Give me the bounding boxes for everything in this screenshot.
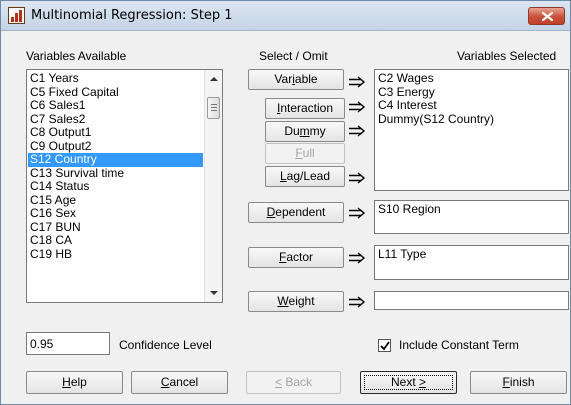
- list-item[interactable]: C18 CA: [28, 233, 203, 248]
- title-bar[interactable]: Multinomial Regression: Step 1: [1, 1, 570, 31]
- chevron-up-icon: [210, 77, 218, 81]
- chevron-down-icon: [210, 291, 218, 295]
- confidence-level-input[interactable]: [26, 332, 110, 355]
- list-item[interactable]: C17 BUN: [28, 220, 203, 235]
- close-button[interactable]: [528, 7, 565, 25]
- list-item[interactable]: C9 Output2: [28, 139, 203, 154]
- factor-field[interactable]: L11 Type: [374, 245, 569, 280]
- checkmark-icon: [380, 341, 390, 351]
- variable-button[interactable]: Variable: [248, 69, 344, 90]
- dependent-value: S10 Region: [378, 202, 441, 216]
- list-item[interactable]: C15 Age: [28, 193, 203, 208]
- window-title: Multinomial Regression: Step 1: [31, 8, 233, 23]
- select-omit-label: Select / Omit: [259, 49, 328, 63]
- variables-selected-label: Variables Selected: [457, 49, 557, 63]
- factor-value: L11 Type: [378, 247, 427, 261]
- list-item[interactable]: C16 Sex: [28, 206, 203, 221]
- list-item[interactable]: C6 Sales1: [28, 98, 203, 113]
- list-item[interactable]: C13 Survival time: [28, 166, 203, 181]
- dependent-field[interactable]: S10 Region: [374, 200, 569, 234]
- confidence-level-label: Confidence Level: [119, 338, 212, 352]
- variables-available-label: Variables Available: [26, 49, 127, 63]
- list-item[interactable]: S12 Country: [28, 152, 203, 167]
- right-arrow-icon: [349, 172, 366, 184]
- full-button[interactable]: Full: [265, 143, 345, 164]
- scroll-thumb[interactable]: [207, 97, 220, 119]
- selected-variable-item[interactable]: C2 Wages: [378, 71, 565, 86]
- list-item[interactable]: C19 HB: [28, 247, 203, 262]
- dummy-button[interactable]: Dummy: [265, 121, 345, 142]
- selected-variable-item[interactable]: Dummy(S12 Country): [378, 112, 565, 127]
- interaction-button[interactable]: Interaction: [265, 98, 345, 119]
- include-constant-label: Include Constant Term: [399, 338, 519, 352]
- list-scrollbar[interactable]: [204, 70, 222, 302]
- dialog-window: Multinomial Regression: Step 1 Variables…: [0, 0, 571, 405]
- selected-variable-item[interactable]: C4 Interest: [378, 98, 565, 113]
- weight-value: [378, 294, 565, 308]
- next-button[interactable]: Next >: [360, 371, 457, 394]
- right-arrow-icon: [349, 101, 366, 113]
- right-arrow-icon: [349, 207, 366, 219]
- factor-button[interactable]: Factor: [248, 247, 344, 268]
- right-arrow-icon: [349, 252, 366, 264]
- help-button[interactable]: Help: [26, 371, 123, 394]
- dependent-button[interactable]: Dependent: [248, 202, 344, 223]
- variables-available-list[interactable]: C1 Years C5 Fixed Capital C6 Sales1 C7 Sale…: [26, 69, 223, 303]
- list-item[interactable]: C14 Status: [28, 179, 203, 194]
- list-item[interactable]: C8 Output1: [28, 125, 203, 140]
- scroll-down-arrow[interactable]: [205, 284, 222, 302]
- scroll-up-arrow[interactable]: [205, 70, 222, 88]
- include-constant-checkbox[interactable]: [378, 339, 391, 352]
- weight-button[interactable]: Weight: [248, 291, 344, 312]
- variables-selected-list[interactable]: C2 Wages C3 Energy C4 Interest Dummy(S12 Co…: [374, 69, 569, 191]
- finish-button[interactable]: Finish: [470, 371, 567, 394]
- right-arrow-icon: [349, 125, 366, 137]
- list-item[interactable]: C5 Fixed Capital: [28, 85, 203, 100]
- right-arrow-icon: [349, 296, 366, 308]
- weight-field[interactable]: [374, 291, 569, 310]
- right-arrow-icon: [349, 76, 366, 88]
- selected-variable-item[interactable]: C3 Energy: [378, 85, 565, 100]
- back-button[interactable]: < Back: [246, 371, 341, 394]
- cancel-button[interactable]: Cancel: [131, 371, 228, 394]
- lag-lead-button[interactable]: Lag/Lead: [265, 166, 345, 187]
- close-icon: [542, 12, 553, 21]
- list-item[interactable]: C7 Sales2: [28, 112, 203, 127]
- app-icon: [8, 7, 25, 24]
- list-item[interactable]: C1 Years: [28, 71, 203, 86]
